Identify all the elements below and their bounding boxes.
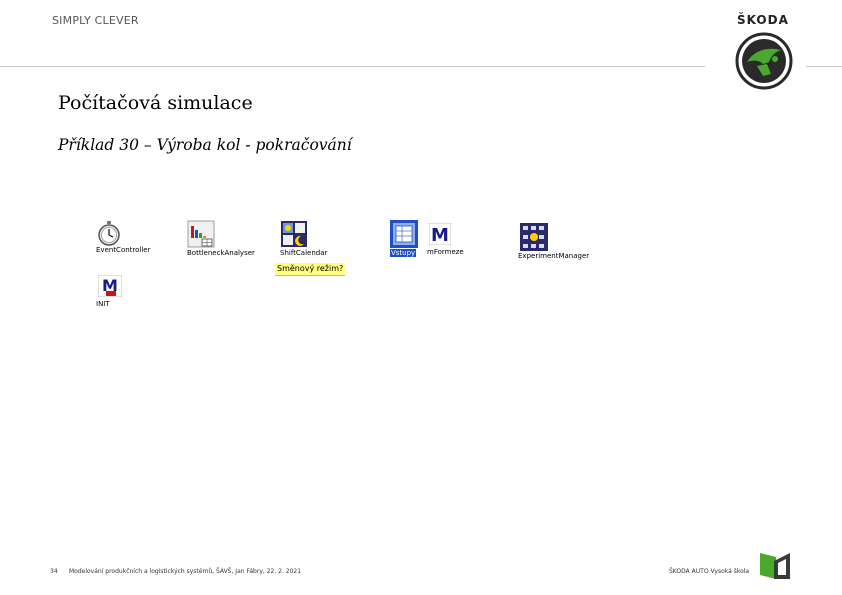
vstupy-table-object[interactable]: Vstupy (390, 220, 424, 260)
experiment-manager-object[interactable]: ExperimentManager (518, 223, 589, 261)
mformeze-method-object[interactable]: M mFormeze (427, 223, 469, 259)
header-divider-right (806, 66, 842, 67)
object-label: Vstupy (390, 249, 417, 257)
experiment-manager-icon (520, 223, 548, 251)
brand-name: ŠKODA (737, 13, 789, 27)
object-label: INIT (96, 300, 110, 308)
tagline: SIMPLY CLEVER (52, 14, 139, 27)
school-logo (760, 553, 790, 579)
object-label: EventController (96, 246, 151, 254)
bottleneck-analyzer-object[interactable]: BottleneckAnalyser (187, 220, 255, 260)
object-label: mFormeze (427, 248, 464, 256)
shift-calendar-object[interactable]: ShiftCalendar (280, 220, 330, 260)
init-method-object[interactable]: M INIT (96, 275, 126, 311)
footer-text: Modelování produkčních a logistických sy… (69, 568, 302, 575)
stopwatch-icon (98, 221, 120, 246)
header-divider (0, 66, 705, 67)
method-icon: M (429, 223, 451, 245)
comment-note[interactable]: Směnový režim? (275, 263, 346, 276)
skoda-logo (735, 32, 793, 90)
footer-school-name: ŠKODA AUTO Vysoká škola (669, 568, 750, 575)
object-label: BottleneckAnalyser (187, 249, 255, 257)
bottleneck-analyzer-icon (187, 220, 215, 248)
object-label: ShiftCalendar (280, 249, 328, 257)
shift-calendar-icon (281, 221, 307, 247)
object-label: ExperimentManager (518, 252, 590, 260)
event-controller-object[interactable]: EventController (96, 218, 151, 258)
svg-text:M: M (431, 225, 449, 245)
page-number: 34 (50, 568, 58, 575)
init-method-icon: M (98, 275, 122, 297)
table-file-icon (390, 220, 418, 248)
slide-subtitle: Příklad 30 – Výroba kol - pokračování (58, 136, 352, 154)
slide-title: Počítačová simulace (58, 92, 253, 114)
